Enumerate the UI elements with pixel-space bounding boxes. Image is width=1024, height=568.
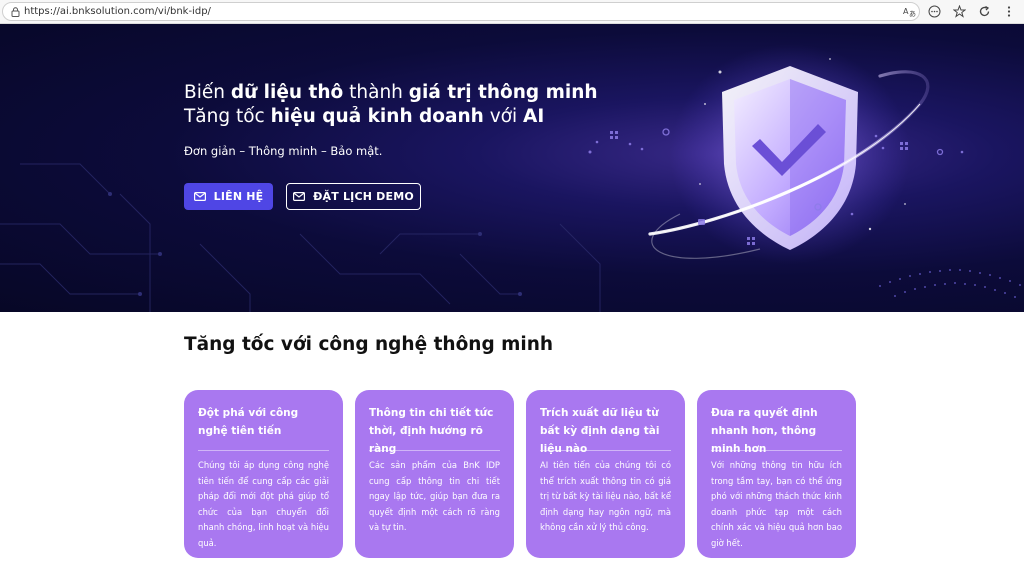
section-title: Tăng tốc với công nghệ thông minh <box>184 334 554 355</box>
address-bar[interactable]: https://ai.bnksolution.com/vi/bnk-idp/ <box>2 2 920 21</box>
feature-card: Trích xuất dữ liệu từ bất kỳ định dạng t… <box>526 390 685 558</box>
refresh-icon[interactable] <box>977 4 991 18</box>
headline-segment: với <box>483 106 524 127</box>
feature-card-body: AI tiên tiến của chúng tôi có thể trích … <box>540 460 671 532</box>
feature-card-title: Thông tin chi tiết tức thời, định hướng … <box>369 407 494 455</box>
headline-segment: Biến <box>184 82 231 103</box>
headline-segment: AI <box>523 106 545 127</box>
hero-headline-line2: Tăng tốc hiệu quả kinh doanh với AI <box>184 105 598 129</box>
contact-button[interactable]: LIÊN HỆ <box>184 183 273 210</box>
hero-banner: Biến dữ liệu thô thành giá trị thông min… <box>0 24 1024 312</box>
lock-icon <box>11 7 20 17</box>
url-text: https://ai.bnksolution.com/vi/bnk-idp/ <box>24 6 211 17</box>
hero-headline: Biến dữ liệu thô thành giá trị thông min… <box>184 81 598 129</box>
book-demo-button[interactable]: ĐẶT LỊCH DEMO <box>286 183 421 210</box>
browser-toolbar: https://ai.bnksolution.com/vi/bnk-idp/ A… <box>0 0 1024 24</box>
feature-card-body: Chúng tôi áp dụng công nghệ tiên tiến để… <box>198 460 329 548</box>
feature-card: Đưa ra quyết định nhanh hơn, thông minh … <box>697 390 856 558</box>
feature-card-body: Với những thông tin hữu ích trong tầm ta… <box>711 460 842 548</box>
headline-segment: Tăng tốc <box>184 106 271 127</box>
menu-icon[interactable] <box>1002 4 1016 18</box>
svg-text:あ: あ <box>909 10 916 17</box>
hero-background-art <box>0 44 1021 312</box>
headline-segment: thành <box>343 82 409 103</box>
divider <box>198 450 329 451</box>
headline-segment: hiệu quả kinh doanh <box>270 106 484 127</box>
feature-card: Thông tin chi tiết tức thời, định hướng … <box>355 390 514 558</box>
feature-card-title: Đưa ra quyết định nhanh hơn, thông minh … <box>711 407 818 455</box>
book-demo-button-label: ĐẶT LỊCH DEMO <box>313 190 414 203</box>
feature-card-title: Trích xuất dữ liệu từ bất kỳ định dạng t… <box>540 407 660 455</box>
hero-headline-line1: Biến dữ liệu thô thành giá trị thông min… <box>184 81 598 105</box>
contact-button-label: LIÊN HỆ <box>213 190 264 203</box>
more-icon[interactable] <box>927 4 941 18</box>
hero-tagline: Đơn giản – Thông minh – Bảo mật. <box>184 144 383 158</box>
headline-segment: dữ liệu thô <box>230 82 344 103</box>
star-icon[interactable] <box>952 4 966 18</box>
mail-icon <box>193 192 206 201</box>
feature-card-body: Các sản phẩm của BnK IDP cung cấp thông … <box>369 460 500 532</box>
feature-card-title: Đột phá với công nghệ tiên tiến <box>198 407 299 437</box>
headline-segment: giá trị thông minh <box>408 82 598 103</box>
mail-icon <box>293 192 306 201</box>
feature-card: Đột phá với công nghệ tiên tiến Chúng tô… <box>184 390 343 558</box>
translate-icon[interactable]: Aあ <box>902 4 916 18</box>
